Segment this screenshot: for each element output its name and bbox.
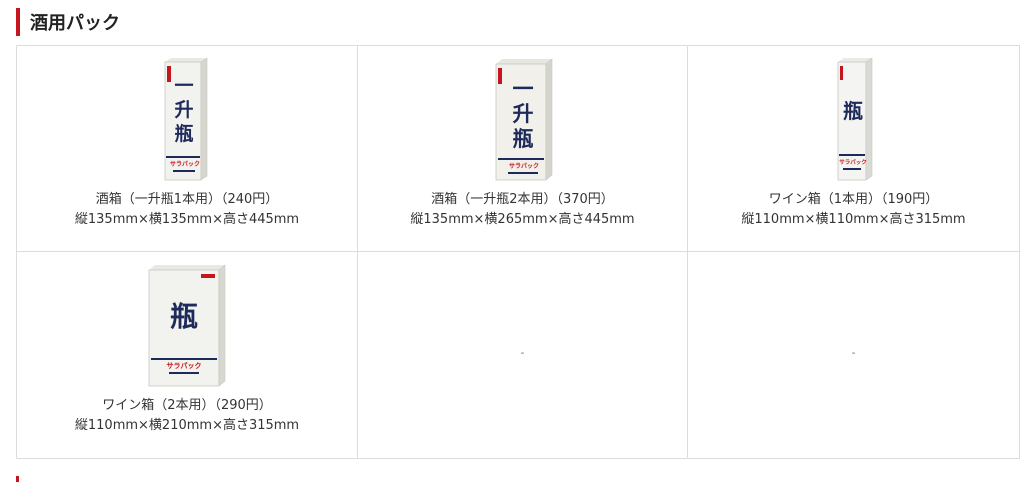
svg-text:サラパック: サラパック	[509, 162, 539, 170]
product-name: ワイン箱（1本用）（190円）	[768, 192, 939, 207]
product-caption: 酒箱（一升瓶1本用）（240円） 縦135mm×横135mm×高さ445mm	[17, 190, 357, 230]
svg-text:瓶: 瓶	[174, 123, 193, 145]
product-cell: 一 升 瓶 サラパック 酒箱（一升瓶1本用）（240円） 縦135mm×横135…	[17, 46, 358, 252]
product-name: 酒箱（一升瓶1本用）（240円）	[95, 192, 279, 207]
product-caption: ワイン箱（1本用）（190円） 縦110mm×横110mm×高さ315mm	[688, 190, 1019, 230]
sake-box-2-bottles-image: 一 升 瓶 サラパック	[495, 58, 552, 181]
wine-box-1-bottle-image: 瓶 サラパック	[837, 57, 872, 181]
product-cell: 瓶 サラパック ワイン箱（2本用）（290円） 縦110mm×横210mm×高さ…	[17, 252, 358, 458]
empty-placeholder: -	[520, 346, 525, 359]
svg-text:升: 升	[512, 101, 533, 126]
product-cell: 瓶 サラパック ワイン箱（1本用）（190円） 縦110mm×横110mm×高さ…	[688, 46, 1019, 252]
svg-text:瓶: 瓶	[843, 99, 863, 123]
empty-placeholder: -	[851, 346, 856, 359]
empty-cell: -	[688, 252, 1019, 458]
product-size: 縦110mm×横210mm×高さ315mm	[74, 418, 300, 433]
product-size: 縦110mm×横110mm×高さ315mm	[741, 212, 966, 227]
svg-text:サラパック: サラパック	[839, 158, 866, 166]
product-table: 一 升 瓶 サラパック 酒箱（一升瓶1本用）（240円） 縦135mm×横135…	[16, 45, 1020, 459]
section-title: 酒用パック	[16, 8, 120, 36]
svg-text:サラパック: サラパック	[167, 361, 202, 370]
svg-text:瓶: 瓶	[512, 126, 533, 151]
empty-cell: -	[358, 252, 688, 458]
svg-text:サラパック: サラパック	[170, 160, 200, 168]
next-section-marker	[16, 476, 19, 482]
product-name: 酒箱（一升瓶2本用）（370円）	[431, 192, 614, 207]
section-title-text: 酒用パック	[30, 13, 120, 34]
product-cell: 一 升 瓶 サラパック 酒箱（一升瓶2本用）（370円） 縦135mm×横265…	[358, 46, 688, 252]
product-caption: ワイン箱（2本用）（290円） 縦110mm×横210mm×高さ315mm	[17, 396, 357, 436]
product-name: ワイン箱（2本用）（290円）	[102, 398, 272, 413]
svg-text:升: 升	[174, 99, 193, 121]
product-size: 縦135mm×横135mm×高さ445mm	[74, 212, 300, 227]
svg-text:一: 一	[512, 76, 533, 101]
wine-box-2-bottles-image: 瓶 サラパック	[148, 264, 226, 387]
svg-text:瓶: 瓶	[170, 300, 198, 333]
product-caption: 酒箱（一升瓶2本用）（370円） 縦135mm×横265mm×高さ445mm	[358, 190, 687, 230]
product-size: 縦135mm×横265mm×高さ445mm	[410, 212, 635, 227]
sake-box-1-bottle-image: 一 升 瓶 サラパック	[164, 57, 208, 181]
svg-text:一: 一	[174, 75, 193, 97]
